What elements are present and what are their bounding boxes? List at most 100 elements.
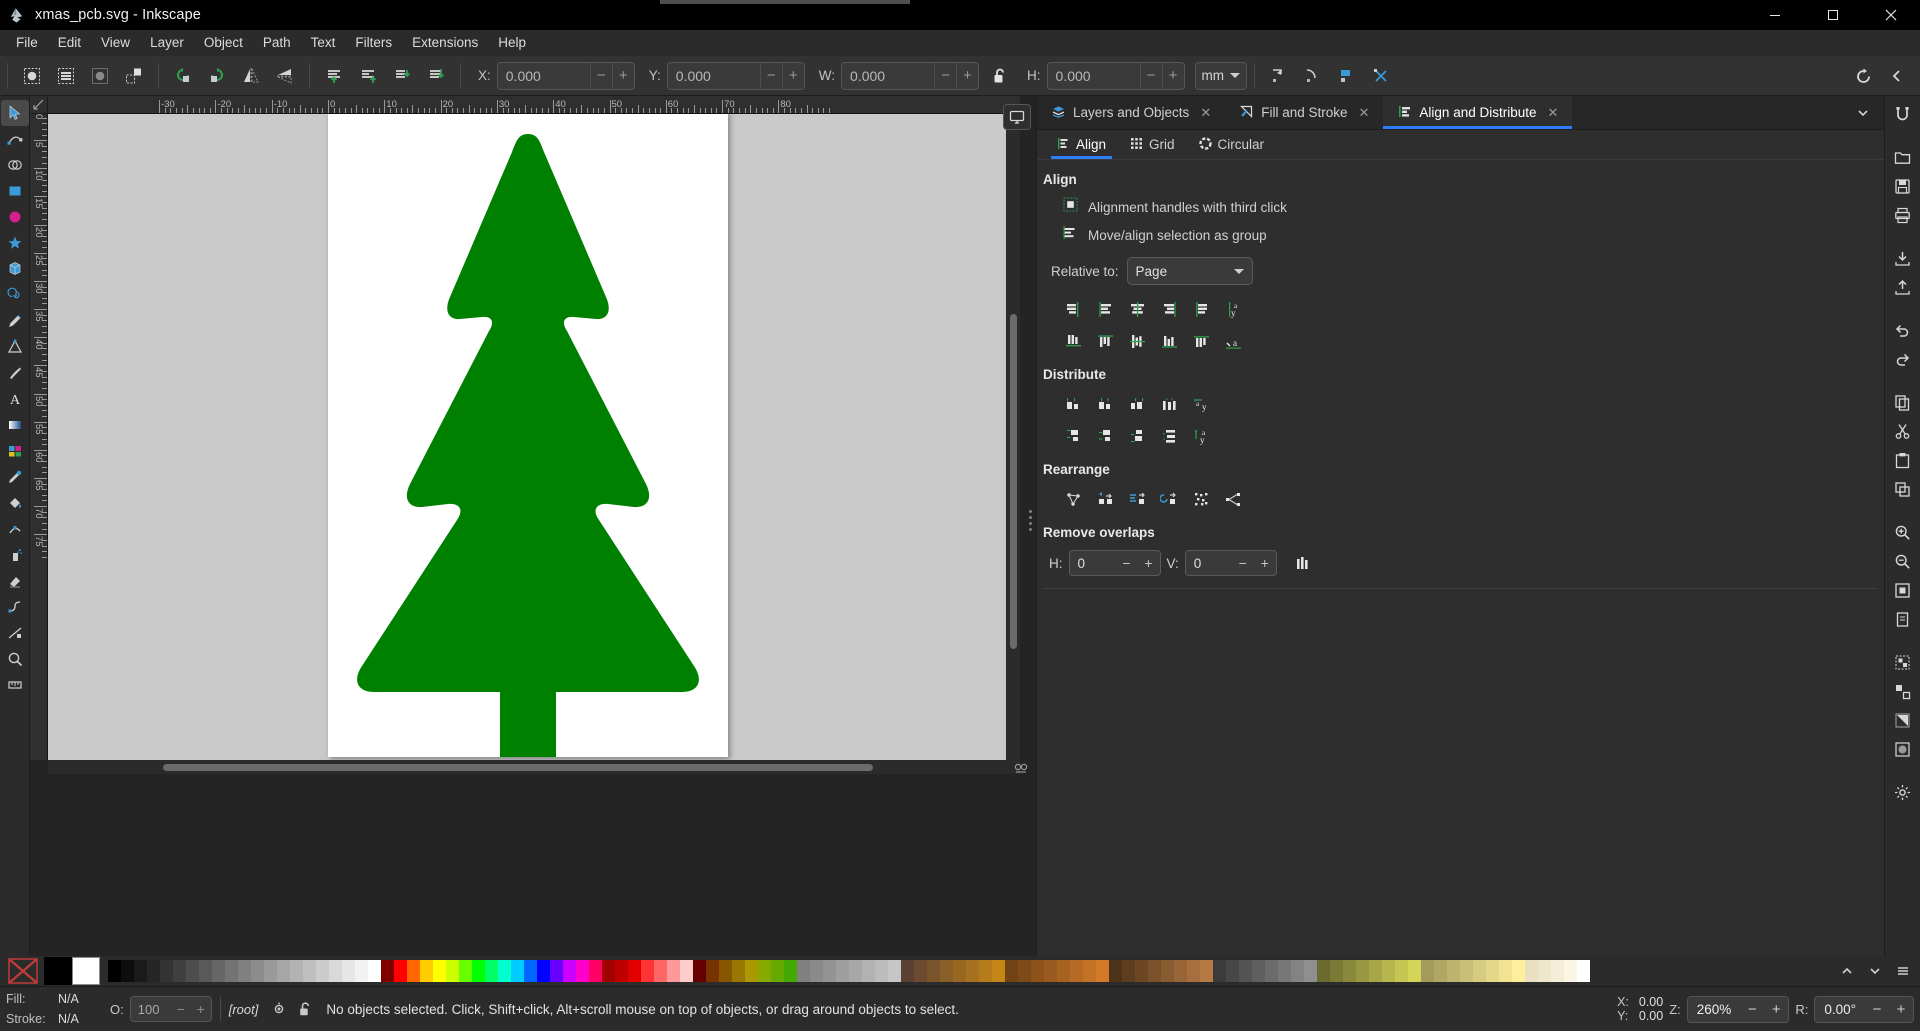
tab-fill-stroke-close-icon[interactable]: ✕: [1359, 105, 1370, 121]
distribute-centers-vertical[interactable]: [1091, 423, 1119, 449]
palette-swatch[interactable]: [745, 960, 758, 982]
x-field-value[interactable]: 0.000: [498, 68, 590, 84]
palette-swatch[interactable]: [628, 960, 641, 982]
distribute-text-anchors-vertical[interactable]: ay: [1187, 423, 1215, 449]
opacity-increment[interactable]: +: [191, 1001, 211, 1017]
palette-swatch[interactable]: [1330, 960, 1343, 982]
menu-help[interactable]: Help: [488, 32, 536, 54]
fill-stroke-indicator[interactable]: Fill: N/A Stroke: N/A: [0, 989, 100, 1029]
rotate-ccw-icon[interactable]: [166, 60, 200, 92]
text-tool[interactable]: A: [1, 386, 29, 412]
palette-swatch[interactable]: [1486, 960, 1499, 982]
subtab-align[interactable]: Align: [1045, 130, 1118, 159]
menu-extensions[interactable]: Extensions: [402, 32, 488, 54]
palette-swatch[interactable]: [537, 960, 550, 982]
menu-text[interactable]: Text: [301, 32, 346, 54]
palette-swatch[interactable]: [875, 960, 888, 982]
palette-swatch[interactable]: [1525, 960, 1538, 982]
minimize-button[interactable]: [1746, 0, 1804, 30]
snap-controls-icon[interactable]: [1006, 760, 1036, 778]
spiral-tool[interactable]: [1, 282, 29, 308]
palette-swatch[interactable]: [1408, 960, 1421, 982]
horizontal-scrollbar[interactable]: [48, 760, 1020, 774]
palette-swatch[interactable]: [732, 960, 745, 982]
w-field-increment[interactable]: +: [956, 63, 978, 89]
palette-swatch[interactable]: [290, 960, 303, 982]
palette-swatch[interactable]: [706, 960, 719, 982]
palette-swatch[interactable]: [758, 960, 771, 982]
y-field-decrement[interactable]: −: [760, 63, 782, 89]
calligraphy-tool[interactable]: [1, 360, 29, 386]
menu-view[interactable]: View: [91, 32, 140, 54]
overlap-v-increment[interactable]: +: [1254, 551, 1276, 575]
rotate-cw-icon[interactable]: [200, 60, 234, 92]
palette-swatches[interactable]: [108, 960, 1590, 982]
tab-layers-close-icon[interactable]: ✕: [1200, 105, 1211, 121]
palette-swatch[interactable]: [446, 960, 459, 982]
palette-swatch[interactable]: [381, 960, 394, 982]
opacity-field[interactable]: 100 − +: [130, 996, 212, 1022]
current-layer-label[interactable]: [root]: [229, 1002, 259, 1017]
palette-swatch[interactable]: [1369, 960, 1382, 982]
palette-swatch[interactable]: [1096, 960, 1109, 982]
snap-nodes-icon[interactable]: [1296, 60, 1330, 92]
distribute-text-anchors-horizontal[interactable]: ay: [1187, 391, 1215, 417]
palette-swatch[interactable]: [602, 960, 615, 982]
palette-swatch[interactable]: [1057, 960, 1070, 982]
h-field-decrement[interactable]: −: [1140, 63, 1162, 89]
align-bottom-edges[interactable]: [1155, 328, 1183, 354]
palette-swatch[interactable]: [1577, 960, 1590, 982]
palette-swatch[interactable]: [1226, 960, 1239, 982]
palette-swatch[interactable]: [1356, 960, 1369, 982]
distribute-gaps-vertical[interactable]: [1155, 423, 1183, 449]
palette-swatch[interactable]: [472, 960, 485, 982]
align-handles-option[interactable]: Alignment handles with third click: [1037, 193, 1884, 221]
palette-swatch[interactable]: [589, 960, 602, 982]
x-field[interactable]: 0.000 − +: [497, 62, 635, 90]
palette-swatch[interactable]: [953, 960, 966, 982]
duplicate-icon[interactable]: [1888, 475, 1918, 503]
palette-swatch[interactable]: [810, 960, 823, 982]
palette-swatch[interactable]: [1304, 960, 1317, 982]
palette-swatch[interactable]: [225, 960, 238, 982]
palette-swatch[interactable]: [355, 960, 368, 982]
palette-swatch[interactable]: [251, 960, 264, 982]
palette-menu-icon[interactable]: [1890, 959, 1916, 983]
palette-swatch[interactable]: [1551, 960, 1564, 982]
rectangle-tool[interactable]: [1, 178, 29, 204]
palette-swatch[interactable]: [511, 960, 524, 982]
vertical-scrollbar[interactable]: [1006, 114, 1020, 760]
palette-swatch[interactable]: [550, 960, 563, 982]
zoom-out-icon[interactable]: [1888, 547, 1918, 575]
palette-swatch-black[interactable]: [44, 957, 72, 985]
align-right-edges[interactable]: [1155, 296, 1183, 322]
palette-swatch[interactable]: [1291, 960, 1304, 982]
overlap-v-value[interactable]: 0: [1186, 556, 1232, 571]
palette-swatch[interactable]: [1434, 960, 1447, 982]
distribute-gaps-horizontal[interactable]: [1155, 391, 1183, 417]
paste-icon[interactable]: [1888, 446, 1918, 474]
palette-swatch[interactable]: [1161, 960, 1174, 982]
graph-layout-icon[interactable]: [1059, 486, 1087, 512]
ungroup-icon[interactable]: [1888, 677, 1918, 705]
palette-swatch[interactable]: [1018, 960, 1031, 982]
document-page[interactable]: [328, 114, 728, 757]
rotation-field[interactable]: 0.00° − +: [1814, 996, 1914, 1023]
eye-icon[interactable]: [266, 997, 292, 1021]
menu-layer[interactable]: Layer: [140, 32, 194, 54]
exchange-clockwise-icon[interactable]: [1155, 486, 1183, 512]
unclump-icon[interactable]: [1219, 486, 1247, 512]
randomize-positions-icon[interactable]: [1187, 486, 1215, 512]
x-field-increment[interactable]: +: [612, 63, 634, 89]
h-field[interactable]: 0.000 − +: [1047, 62, 1185, 90]
palette-swatch[interactable]: [797, 960, 810, 982]
snap-bbox-icon[interactable]: [1262, 60, 1296, 92]
lpe-tool[interactable]: [1, 620, 29, 646]
ruler-corner-unit[interactable]: [30, 96, 48, 114]
palette-swatch[interactable]: [1109, 960, 1122, 982]
overlap-h-increment[interactable]: +: [1138, 551, 1160, 575]
palette-swatch[interactable]: [420, 960, 433, 982]
palette-scroll-up-icon[interactable]: [1834, 959, 1860, 983]
gradient-tool[interactable]: [1, 412, 29, 438]
palette-swatch[interactable]: [186, 960, 199, 982]
